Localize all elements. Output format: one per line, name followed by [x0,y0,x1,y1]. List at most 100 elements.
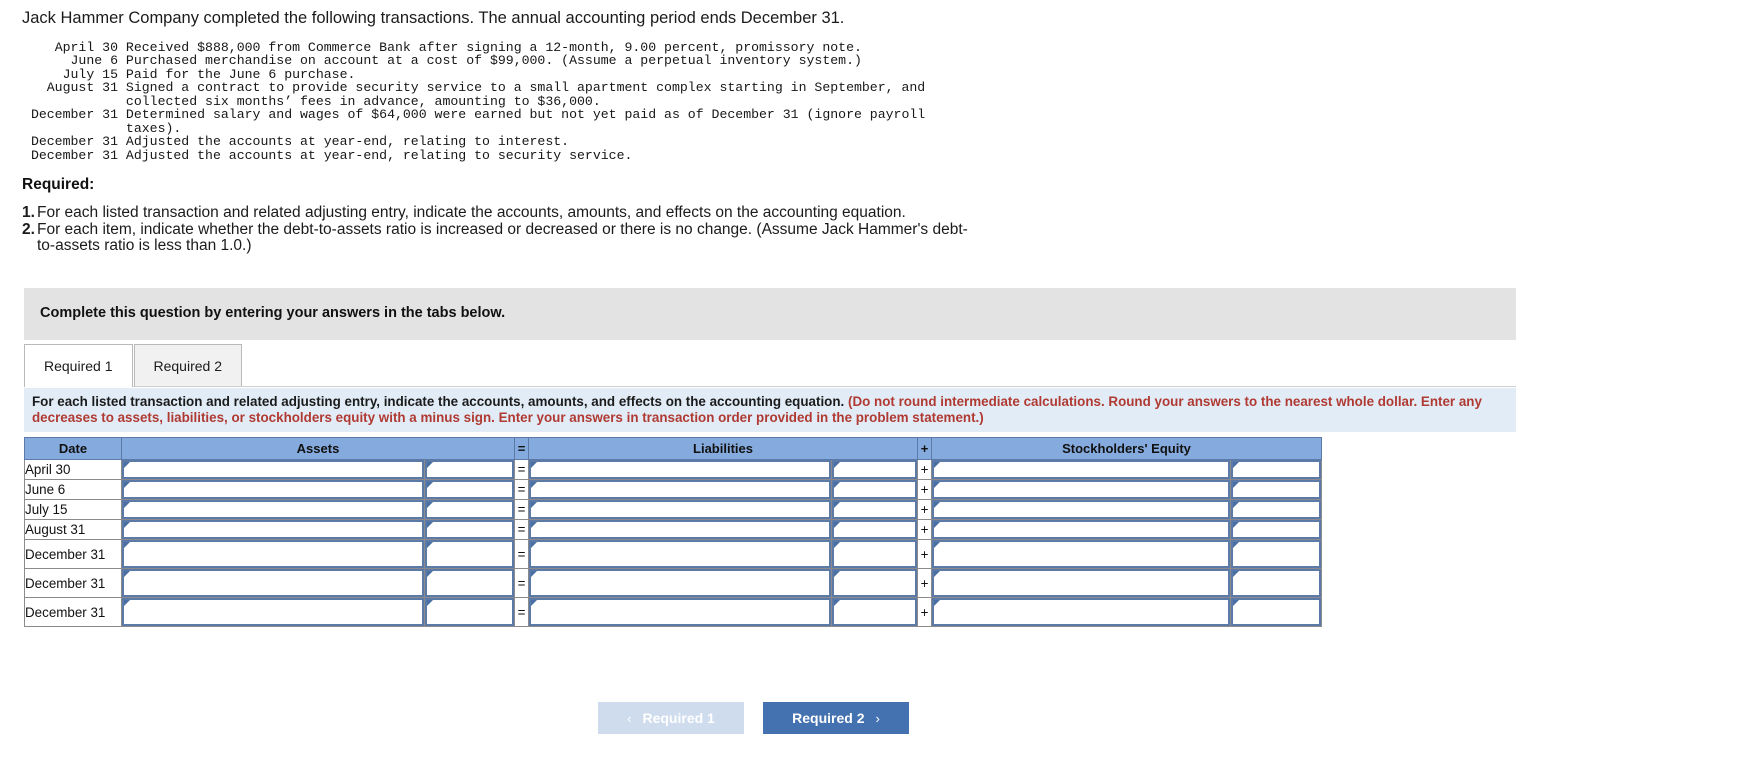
liabilities-amount-input[interactable] [832,460,917,479]
liabilities-account-input[interactable] [529,540,831,568]
prev-required-1-button[interactable]: ‹ Required 1 [598,702,744,734]
table-row: April 30 = + [24,459,1322,480]
equity-account-input[interactable] [932,569,1230,597]
tab-required-2[interactable]: Required 2 [133,344,242,387]
assets-amount-input[interactable] [425,520,514,539]
liabilities-amount-input[interactable] [832,598,917,626]
liabilities-amount-input[interactable] [832,520,917,539]
plus-sign: + [917,568,932,598]
liabilities-amount-cell [831,479,918,500]
assets-amount-input[interactable] [425,460,514,479]
equals-sign: = [514,597,529,627]
assets-amount-cell [424,499,515,520]
transaction-row: August 31 collected six months’ fees in … [18,94,925,108]
equity-amount-input[interactable] [1231,460,1321,479]
equity-account-input[interactable] [932,480,1230,499]
transaction-description: Adjusted the accounts at year-end, relat… [118,134,570,150]
equity-amount-input[interactable] [1231,480,1321,499]
required-heading: Required: [22,176,95,193]
liabilities-amount-cell [831,597,918,627]
assets-amount-input[interactable] [425,540,514,568]
assets-amount-cell [424,568,515,598]
required-item-number: 2. [22,220,35,238]
equity-account-cell [931,499,1231,520]
assets-amount-input[interactable] [425,500,514,519]
equals-sign: = [514,479,529,500]
liabilities-account-input[interactable] [529,520,831,539]
required-item-text: For each item, indicate whether the debt… [37,220,968,255]
assets-amount-input[interactable] [425,569,514,597]
tab-bar: Required 1 Required 2 [24,344,242,387]
equity-account-input[interactable] [932,500,1230,519]
liabilities-account-input[interactable] [529,598,831,626]
equity-account-input[interactable] [932,540,1230,568]
transaction-description: Purchased merchandise on account at a co… [118,53,862,69]
liabilities-amount-input[interactable] [832,569,917,597]
col-header-stockholders-equity: Stockholders' Equity [931,437,1322,460]
equity-amount-input[interactable] [1231,520,1321,539]
liabilities-account-input[interactable] [529,569,831,597]
equity-amount-cell [1230,499,1322,520]
assets-account-cell [121,499,425,520]
plus-sign: + [917,499,932,520]
liabilities-account-input[interactable] [529,460,831,479]
liabilities-account-input[interactable] [529,500,831,519]
liabilities-amount-input[interactable] [832,540,917,568]
assets-account-input[interactable] [122,569,424,597]
transaction-description: Signed a contract to provide security se… [118,80,926,96]
liabilities-account-cell [528,499,832,520]
transaction-description: Paid for the June 6 purchase. [118,66,356,82]
assets-account-input[interactable] [122,480,424,499]
table-row: December 31 = + [24,539,1322,569]
equity-account-cell [931,459,1231,480]
required-item-number: 1. [22,204,35,221]
tab-label: Required 2 [153,358,223,374]
banner-text: Complete this question by entering your … [40,305,506,321]
equity-account-input[interactable] [932,598,1230,626]
col-header-assets: Assets [121,437,515,460]
table-head: Date Assets = Liabilities + Stockholders… [24,437,1322,460]
liabilities-amount-input[interactable] [832,500,917,519]
instruction-black-text: For each listed transaction and related … [32,394,845,409]
assets-account-input[interactable] [122,540,424,568]
instruction-text: For each listed transaction and related … [32,394,1504,426]
transaction-description: Adjusted the accounts at year-end, relat… [118,147,633,163]
plus-sign: + [917,459,932,480]
assets-account-input[interactable] [122,520,424,539]
tab-underline [24,386,1516,387]
tab-required-1[interactable]: Required 1 [24,344,133,387]
accounting-equation-table-wrap: Date Assets = Liabilities + Stockholders… [24,437,1322,627]
next-required-2-button[interactable]: Required 2 › [763,702,909,734]
assets-amount-input[interactable] [425,598,514,626]
liabilities-account-input[interactable] [529,480,831,499]
assets-account-cell [121,479,425,500]
required-items: 1. For each listed transaction and relate… [22,204,982,255]
transaction-row: April 30 Received $888,000 from Commerce… [18,41,925,55]
equity-account-cell [931,597,1231,627]
assets-account-input[interactable] [122,500,424,519]
transaction-row: July 15 Paid for the June 6 purchase. [18,66,925,82]
equals-sign: = [514,539,529,569]
required-item: 2. For each item, indicate whether the de… [22,220,982,255]
table-row: December 31 = + [24,568,1322,598]
assets-account-input[interactable] [122,598,424,626]
transaction-date: August 31 [46,80,118,96]
equals-sign: = [514,568,529,598]
equity-amount-input[interactable] [1231,569,1321,597]
equity-amount-input[interactable] [1231,500,1321,519]
equity-amount-input[interactable] [1231,598,1321,626]
assets-amount-input[interactable] [425,480,514,499]
transaction-date: July 15 [62,66,118,82]
plus-sign: + [917,539,932,569]
liabilities-amount-input[interactable] [832,480,917,499]
table-row: December 31 = + [24,597,1322,627]
row-date-cell: April 30 [24,459,122,480]
table-header-row: Date Assets = Liabilities + Stockholders… [24,437,1322,460]
equity-account-input[interactable] [932,460,1230,479]
assets-account-input[interactable] [122,460,424,479]
col-header-plus: + [917,437,932,460]
equity-amount-input[interactable] [1231,540,1321,568]
transaction-row: August 31 Signed a contract to provide s… [18,80,926,96]
equity-amount-cell [1230,459,1322,480]
equity-account-input[interactable] [932,520,1230,539]
